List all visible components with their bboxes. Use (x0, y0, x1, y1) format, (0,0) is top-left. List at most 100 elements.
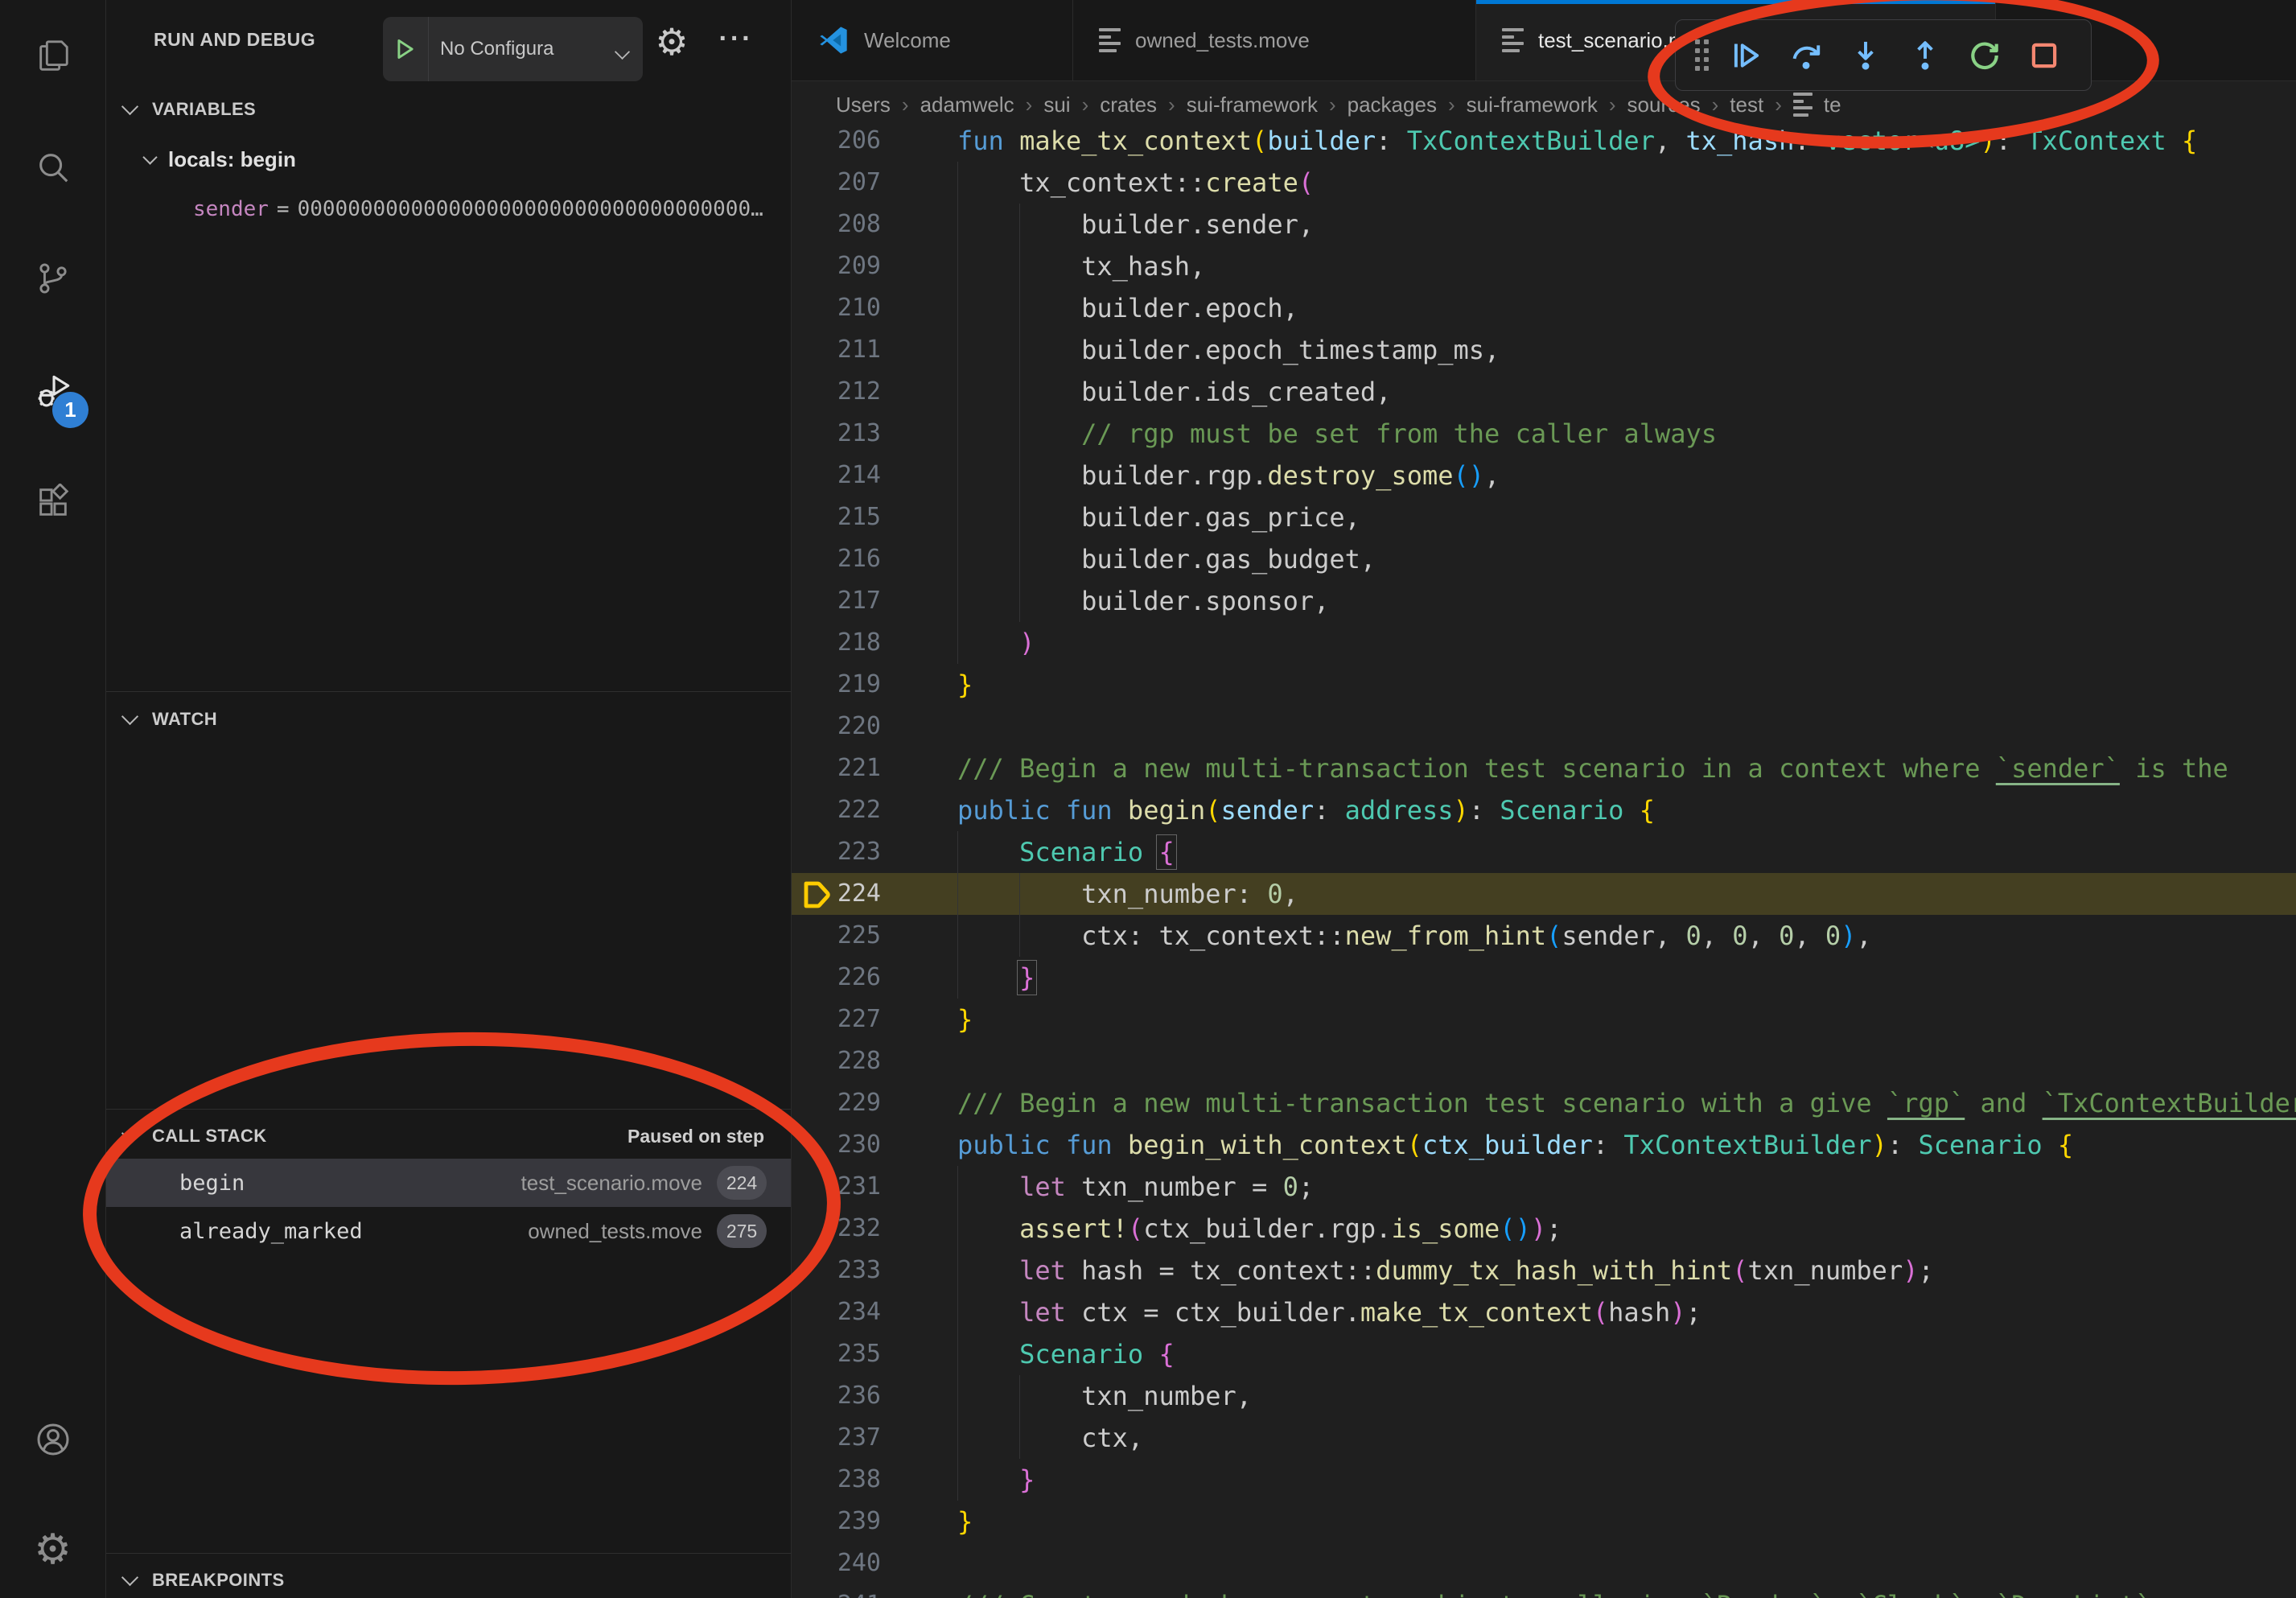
search-icon[interactable] (0, 130, 105, 204)
gutter[interactable]: 215 (792, 496, 948, 538)
gutter[interactable]: 210 (792, 287, 948, 329)
run-and-debug-icon[interactable] (0, 354, 105, 428)
step-out-button[interactable] (1903, 30, 1947, 81)
breadcrumb-item[interactable]: sui (1043, 93, 1070, 117)
start-debugging-icon[interactable] (383, 17, 429, 81)
variable-row-sender[interactable]: sender = 0000000000000000000000000000000… (193, 188, 763, 230)
code-line-214[interactable]: 214 builder.rgp.destroy_some(), (792, 455, 2296, 496)
breadcrumb-item[interactable]: sui-framework (1467, 93, 1598, 117)
call-stack-section-header[interactable]: CALL STACK Paused on step (106, 1114, 791, 1159)
account-icon[interactable] (0, 1402, 105, 1477)
source-control-icon[interactable] (0, 241, 105, 315)
gutter[interactable]: 212 (792, 371, 948, 413)
gutter[interactable]: 216 (792, 538, 948, 580)
code-line-228[interactable]: 228 (792, 1040, 2296, 1082)
code-line-211[interactable]: 211 builder.epoch_timestamp_ms, (792, 329, 2296, 371)
code-line-209[interactable]: 209 tx_hash, (792, 245, 2296, 287)
code-line-230[interactable]: 230public fun begin_with_context(ctx_bui… (792, 1124, 2296, 1166)
code-line-232[interactable]: 232 assert!(ctx_builder.rgp.is_some()); (792, 1208, 2296, 1250)
gutter[interactable]: 227 (792, 999, 948, 1040)
code-line-218[interactable]: 218 ) (792, 622, 2296, 664)
gutter[interactable]: 213 (792, 413, 948, 455)
gutter[interactable]: 231 (792, 1166, 948, 1208)
code-line-224[interactable]: 224 txn_number: 0, (792, 873, 2296, 915)
breadcrumb-item[interactable]: packages (1348, 93, 1437, 117)
breakpoints-section-header[interactable]: BREAKPOINTS (106, 1558, 791, 1598)
gutter[interactable]: 226 (792, 957, 948, 999)
breadcrumb-item[interactable]: adamwelc (920, 93, 1014, 117)
gutter[interactable]: 233 (792, 1250, 948, 1291)
gutter[interactable]: 224 (792, 873, 948, 915)
variables-scope-row[interactable]: locals: begin (145, 138, 296, 180)
step-over-button[interactable] (1784, 30, 1828, 81)
code-line-213[interactable]: 213 // rgp must be set from the caller a… (792, 413, 2296, 455)
gutter[interactable]: 236 (792, 1375, 948, 1417)
tab-welcome[interactable]: Welcome (792, 0, 1073, 80)
tab-owned_tests-move[interactable]: owned_tests.move (1073, 0, 1476, 80)
code-line-217[interactable]: 217 builder.sponsor, (792, 580, 2296, 622)
gutter[interactable]: 214 (792, 455, 948, 496)
gutter[interactable]: 229 (792, 1082, 948, 1124)
code-line-231[interactable]: 231 let txn_number = 0; (792, 1166, 2296, 1208)
code-line-235[interactable]: 235 Scenario { (792, 1333, 2296, 1375)
gutter[interactable]: 220 (792, 706, 948, 748)
gutter[interactable]: 218 (792, 622, 948, 664)
explorer-icon[interactable] (0, 19, 105, 93)
breadcrumb-item[interactable]: sui-framework (1187, 93, 1318, 117)
step-into-button[interactable] (1844, 30, 1887, 81)
drag-handle-icon[interactable] (1695, 39, 1709, 71)
code-area[interactable]: 206fun make_tx_context(builder: TxContex… (792, 0, 2296, 1598)
watch-section-header[interactable]: WATCH (106, 697, 791, 742)
variables-section-header[interactable]: VARIABLES (106, 87, 791, 132)
gutter[interactable]: 225 (792, 915, 948, 957)
code-line-234[interactable]: 234 let ctx = ctx_builder.make_tx_contex… (792, 1291, 2296, 1333)
gutter[interactable]: 221 (792, 748, 948, 789)
restart-button[interactable] (1963, 30, 2006, 81)
code-line-223[interactable]: 223 Scenario { (792, 831, 2296, 873)
gutter[interactable]: 211 (792, 329, 948, 371)
extensions-icon[interactable] (0, 465, 105, 539)
code-line-210[interactable]: 210 builder.epoch, (792, 287, 2296, 329)
gutter[interactable]: 241 (792, 1584, 948, 1598)
launch-config-dropdown[interactable]: No Configura (383, 17, 643, 81)
code-line-221[interactable]: 221/// Begin a new multi-transaction tes… (792, 748, 2296, 789)
code-line-241[interactable]: 241/// Creates and shares system objects… (792, 1584, 2296, 1598)
code-line-229[interactable]: 229/// Begin a new multi-transaction tes… (792, 1082, 2296, 1124)
gutter[interactable]: 223 (792, 831, 948, 873)
code-line-238[interactable]: 238 } (792, 1459, 2296, 1501)
gutter[interactable]: 238 (792, 1459, 948, 1501)
code-line-226[interactable]: 226 } (792, 957, 2296, 999)
breadcrumb-item[interactable]: sources (1627, 93, 1701, 117)
code-line-227[interactable]: 227} (792, 999, 2296, 1040)
gutter[interactable]: 219 (792, 664, 948, 706)
code-line-220[interactable]: 220 (792, 706, 2296, 748)
code-line-236[interactable]: 236 txn_number, (792, 1375, 2296, 1417)
gutter[interactable]: 208 (792, 204, 948, 245)
stop-button[interactable] (2022, 30, 2066, 81)
code-line-207[interactable]: 207 tx_context::create( (792, 162, 2296, 204)
gutter[interactable]: 217 (792, 580, 948, 622)
code-line-212[interactable]: 212 builder.ids_created, (792, 371, 2296, 413)
call-stack-frame-already_marked[interactable]: already_markedowned_tests.move275 (106, 1207, 791, 1255)
gutter[interactable]: 235 (792, 1333, 948, 1375)
settings-gear-icon[interactable]: ⚙ (0, 1513, 105, 1587)
gutter[interactable]: 239 (792, 1501, 948, 1542)
gutter[interactable]: 230 (792, 1124, 948, 1166)
continue-button[interactable] (1725, 30, 1768, 81)
code-line-216[interactable]: 216 builder.gas_budget, (792, 538, 2296, 580)
gutter[interactable]: 232 (792, 1208, 948, 1250)
breadcrumb-file-item[interactable]: te (1793, 93, 1841, 117)
code-line-240[interactable]: 240 (792, 1542, 2296, 1584)
code-line-222[interactable]: 222public fun begin(sender: address): Sc… (792, 789, 2296, 831)
debug-settings-gear-icon[interactable]: ⚙ (648, 18, 696, 66)
code-line-208[interactable]: 208 builder.sender, (792, 204, 2296, 245)
code-line-239[interactable]: 239} (792, 1501, 2296, 1542)
breadcrumb-item[interactable]: test (1730, 93, 1763, 117)
code-line-215[interactable]: 215 builder.gas_price, (792, 496, 2296, 538)
more-actions-icon[interactable]: ··· (708, 14, 764, 63)
gutter[interactable]: 222 (792, 789, 948, 831)
gutter[interactable]: 240 (792, 1542, 948, 1584)
gutter[interactable]: 234 (792, 1291, 948, 1333)
breadcrumb-item[interactable]: Users (836, 93, 891, 117)
gutter[interactable]: 228 (792, 1040, 948, 1082)
